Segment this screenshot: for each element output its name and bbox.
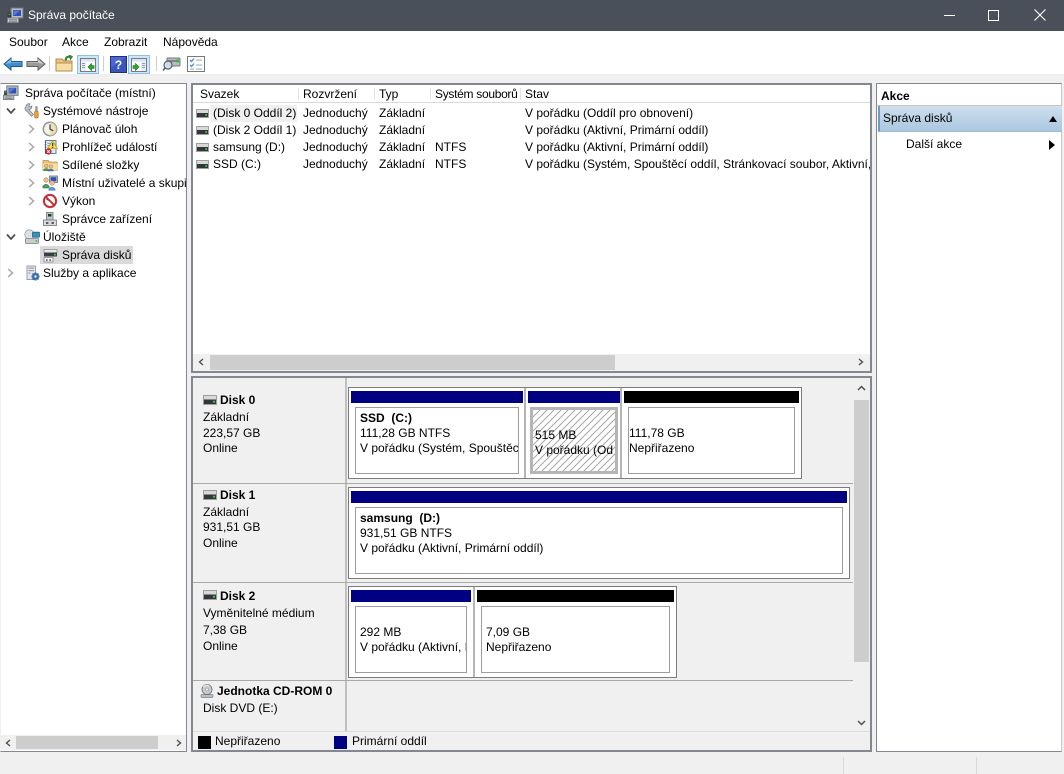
- svg-text:?: ?: [115, 58, 122, 72]
